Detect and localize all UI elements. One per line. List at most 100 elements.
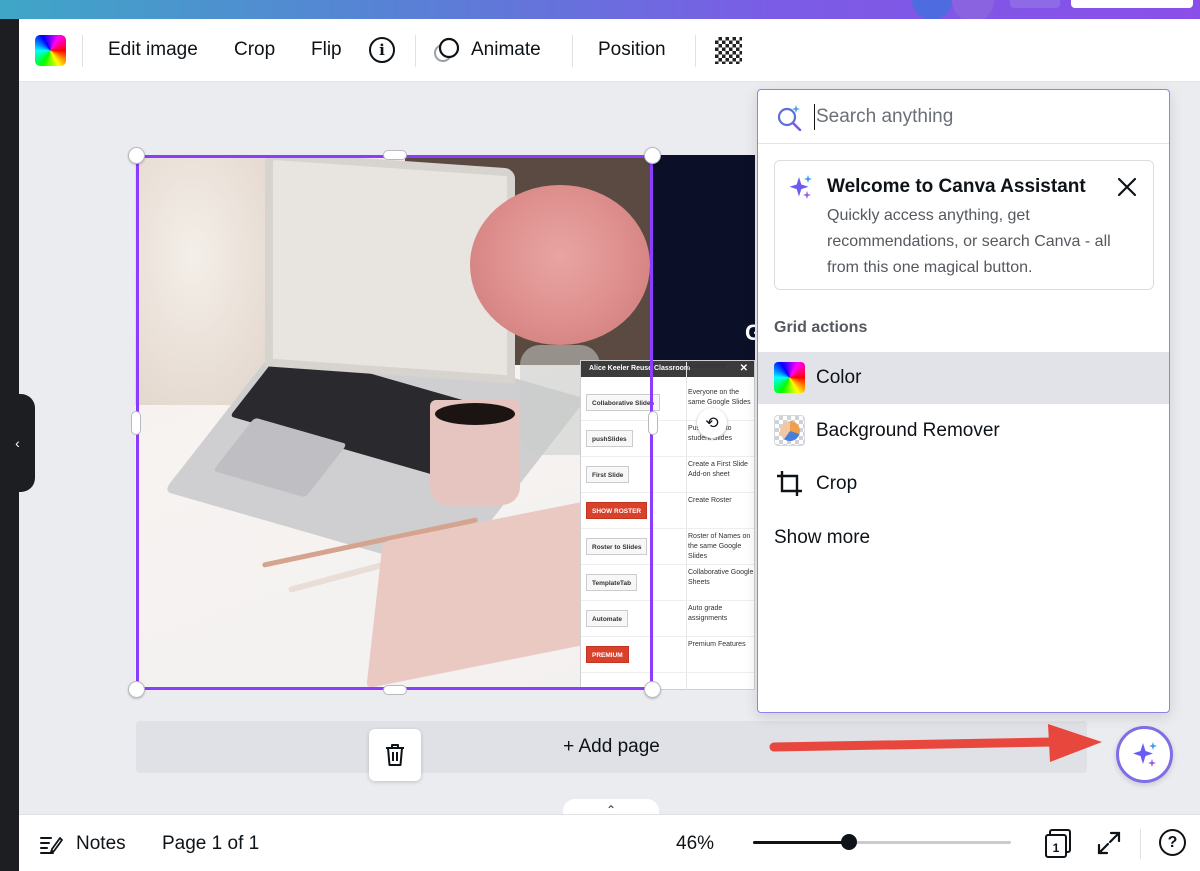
animate-button[interactable]: Animate [471, 39, 541, 61]
toolbar-divider [695, 35, 696, 67]
overlay-row-button: Collaborative Slides [586, 394, 661, 411]
action-label: Color [816, 367, 862, 388]
overlay-row-button: pushSlides [586, 430, 633, 447]
dark-graphic[interactable] [653, 155, 755, 365]
action-crop[interactable]: Crop [758, 458, 1169, 510]
canva-assistant-button[interactable] [1116, 726, 1173, 783]
action-color[interactable]: Color [758, 352, 1169, 404]
sparkle-icon [789, 175, 812, 199]
resize-handle-right[interactable] [648, 411, 658, 435]
search-bar [758, 90, 1169, 144]
flip-button[interactable]: Flip [311, 39, 342, 61]
resize-handle-top-left[interactable] [128, 147, 145, 164]
overlay-row: TemplateTab Collaborative Google Sheets [581, 565, 754, 601]
welcome-card: Welcome to Canva Assistant Quickly acces… [774, 160, 1154, 290]
overlay-row-desc: Premium Features [688, 641, 746, 648]
avatar[interactable] [912, 0, 952, 20]
zoom-slider-handle[interactable] [840, 834, 857, 850]
show-more-link[interactable]: Show more [774, 527, 870, 549]
action-background-remover[interactable]: Background Remover [758, 405, 1169, 457]
overlay-row-desc: Auto grade assignments [688, 605, 728, 622]
position-button[interactable]: Position [598, 39, 666, 61]
zoom-slider-fill [753, 841, 849, 844]
color-wheel-icon [774, 362, 805, 393]
overlay-row-desc: Collaborative Google Sheets [688, 569, 754, 586]
overlay-row: First Slide Create a First Slide Add-on s… [581, 457, 754, 493]
overlay-row: PREMIUM Premium Features [581, 637, 754, 673]
annotation-arrow [769, 724, 1102, 762]
toolbar-divider [82, 35, 83, 67]
laptop-photo[interactable] [135, 155, 653, 690]
welcome-title: Welcome to Canva Assistant [827, 176, 1086, 197]
animate-icon[interactable] [432, 37, 460, 65]
color-picker-button[interactable] [35, 35, 66, 66]
sparkle-icon [1132, 741, 1157, 767]
magic-search-icon [777, 105, 802, 131]
search-input[interactable] [814, 104, 1144, 130]
overlay-desc: Assignment [688, 363, 725, 370]
overlay-row: Collaborative Slides Everyone on the same… [581, 385, 754, 421]
action-label: Crop [816, 473, 858, 494]
bottom-divider [1140, 829, 1141, 859]
overlay-row-button: First Slide [586, 466, 630, 483]
bottom-bar: Notes Page 1 of 1 46% 1 ? [19, 814, 1200, 871]
crop-icon [777, 471, 802, 496]
dark-graphic-letter: G [745, 320, 755, 345]
fullscreen-icon[interactable] [1096, 830, 1122, 856]
pages-icon[interactable]: 1 [1044, 828, 1072, 858]
notes-button[interactable]: Notes [76, 833, 126, 855]
page-indicator[interactable]: Page 1 of 1 [162, 833, 259, 855]
grid-actions-title: Grid actions [774, 319, 868, 336]
resize-handle-top[interactable] [383, 150, 407, 160]
header-button[interactable] [1010, 0, 1060, 8]
close-icon: ✕ [739, 363, 748, 374]
reuse-classroom-screenshot[interactable]: Alice Keeler Reuse Classroom ✕ Assignmen… [580, 360, 755, 690]
zoom-level[interactable]: 46% [676, 833, 714, 855]
notes-icon[interactable] [39, 832, 63, 856]
overlay-row-button: SHOW ROSTER [586, 502, 648, 519]
overlay-row-button: Roster to Slides [586, 538, 648, 555]
overlay-row: Automate Auto grade assignments [581, 601, 754, 637]
resize-handle-top-right[interactable] [644, 147, 661, 164]
resize-handle-left[interactable] [131, 411, 141, 435]
rotate-icon: ⟲ [705, 415, 719, 432]
action-label: Background Remover [816, 420, 1000, 441]
rotate-handle[interactable]: ⟲ [697, 408, 727, 438]
collapse-panel-button[interactable]: ‹ [0, 394, 35, 492]
overlay-row: SHOW ROSTER Create Roster [581, 493, 754, 529]
toolbar-divider [415, 35, 416, 67]
overlay-rows: Collaborative Slides Everyone on the same… [581, 385, 754, 673]
overlay-row-desc: Everyone on the same Google Slides [688, 389, 751, 406]
overlay-row: Roster to Slides Roster of Names on the s… [581, 529, 754, 565]
resize-handle-bottom[interactable] [383, 685, 407, 695]
info-icon[interactable]: i [369, 37, 395, 63]
resize-handle-bottom-left[interactable] [128, 681, 145, 698]
edit-image-button[interactable]: Edit image [108, 39, 198, 61]
share-button[interactable] [1071, 0, 1193, 8]
overlay-row-button: Automate [586, 610, 628, 627]
trash-icon [386, 744, 404, 766]
close-icon[interactable] [1115, 175, 1139, 199]
page-count: 1 [1053, 841, 1060, 855]
design-canvas[interactable]: G Alice Keeler Reuse Classroom ✕ Assignm… [135, 155, 755, 690]
welcome-body: Quickly access anything, get recommendat… [827, 207, 1111, 276]
help-button[interactable]: ? [1159, 829, 1186, 856]
coffee [435, 403, 515, 425]
transparency-icon[interactable] [715, 37, 742, 64]
overlay-row: pushSlidesPush slides to student Slides [581, 421, 754, 457]
delete-page-button[interactable] [369, 729, 421, 781]
editor-toolbar: Edit image Crop Flip i Animate Position [19, 19, 1200, 82]
resize-handle-bottom-right[interactable] [644, 681, 661, 698]
overlay-title: Alice Keeler Reuse Classroom ✕ [581, 361, 754, 377]
background-remover-icon [774, 415, 805, 446]
canva-assistant-panel: Welcome to Canva Assistant Quickly acces… [757, 89, 1170, 713]
crop-button[interactable]: Crop [234, 39, 275, 61]
overlay-row-button: PREMIUM [586, 646, 629, 663]
top-header-bar [0, 0, 1200, 22]
overlay-row-button: TemplateTab [586, 574, 638, 591]
overlay-row-desc: Roster of Names on the same Google Slide… [688, 533, 751, 560]
chevron-left-icon: ‹ [15, 435, 20, 451]
overlay-row-desc: Create a First Slide Add-on sheet [688, 461, 748, 478]
overlay-row-desc: Create Roster [688, 497, 732, 504]
toolbar-divider [572, 35, 573, 67]
